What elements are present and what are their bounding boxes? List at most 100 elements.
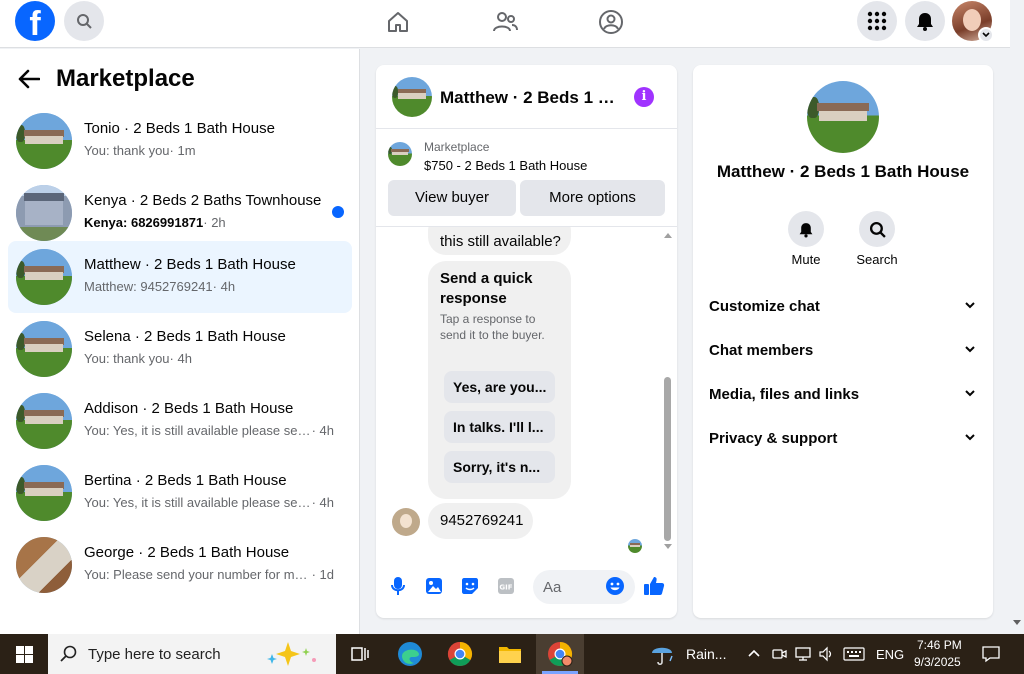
conversation-preview: Kenya: 6826991871 · 2h — [84, 215, 226, 230]
bell-icon — [799, 222, 813, 237]
conversation-item[interactable]: Kenya · 2 Beds 2 Baths Townhouse Kenya: … — [8, 177, 352, 249]
window-scrollbar[interactable] — [1010, 0, 1024, 634]
windows-logo-icon — [15, 645, 33, 663]
file-explorer-button[interactable] — [486, 634, 534, 674]
chevron-down-icon — [965, 390, 975, 397]
marketplace-header: Marketplace — [18, 65, 195, 93]
mute-button[interactable]: Mute — [776, 211, 836, 267]
scroll-down-arrow-icon[interactable] — [1013, 620, 1021, 626]
volume-icon[interactable] — [818, 646, 834, 662]
gif-icon: GIF — [498, 578, 514, 594]
chat-listing-thumbnail[interactable] — [392, 77, 432, 117]
privacy-support-section[interactable]: Privacy & support — [709, 430, 977, 460]
search-button[interactable] — [64, 1, 104, 41]
conversation-preview: You: Yes, it is still available please s… — [84, 423, 334, 438]
gif-button[interactable]: GIF — [495, 575, 517, 597]
voice-clip-button[interactable] — [387, 575, 409, 597]
media-files-links-section[interactable]: Media, files and links — [709, 386, 977, 416]
more-options-button[interactable]: More options — [520, 180, 665, 216]
info-icon[interactable]: i — [634, 87, 654, 107]
meet-now-icon[interactable] — [771, 646, 787, 662]
message-bubble: 9452769241 — [428, 503, 533, 539]
sticker-button[interactable] — [459, 575, 481, 597]
start-button[interactable] — [0, 634, 48, 674]
mute-label: Mute — [791, 252, 821, 267]
taskbar-search-box[interactable]: Type here to search — [48, 634, 336, 674]
chevron-down-icon — [965, 346, 975, 353]
task-view-button[interactable] — [336, 634, 384, 674]
conversation-preview: You: thank you · 4h — [84, 351, 192, 366]
conversation-item[interactable]: George · 2 Beds 1 Bath House You: Please… — [8, 529, 352, 601]
account-chevron-down-icon[interactable] — [978, 27, 994, 43]
notifications-button[interactable] — [905, 1, 945, 41]
conversation-item[interactable]: Bertina · 2 Beds 1 Bath House You: Yes, … — [8, 457, 352, 529]
groups-icon — [599, 10, 623, 34]
listing-thumbnail — [16, 113, 72, 169]
chat-members-section[interactable]: Chat members — [709, 342, 977, 372]
notification-center-icon[interactable] — [982, 645, 1000, 663]
grid-menu-icon — [867, 11, 887, 31]
listing-price[interactable]: $750 - 2 Beds 1 Bath House — [424, 158, 587, 173]
listing-thumbnail — [16, 393, 72, 449]
chrome-profile-app-button[interactable] — [536, 634, 584, 674]
listing-thumbnail — [16, 321, 72, 377]
clock-date[interactable]: 9/3/2025 — [914, 655, 961, 669]
conversation-title: Bertina · 2 Beds 1 Bath House — [84, 472, 287, 489]
chrome-browser-icon — [548, 642, 573, 667]
friends-nav-button[interactable] — [491, 8, 519, 36]
chevron-down-icon — [965, 302, 975, 309]
keyboard-icon[interactable] — [843, 647, 865, 661]
chat-details-panel: Matthew · 2 Beds 1 Bath House Mute Searc… — [693, 65, 993, 618]
network-icon[interactable] — [794, 646, 812, 662]
task-view-icon — [351, 647, 369, 661]
sender-avatar — [392, 508, 420, 536]
customize-chat-section[interactable]: Customize chat — [709, 298, 977, 328]
emoji-icon — [606, 577, 624, 595]
edge-app-button[interactable] — [386, 634, 434, 674]
conversation-item[interactable]: Selena · 2 Beds 1 Bath House You: thank … — [8, 313, 352, 385]
scrollbar-thumb[interactable] — [664, 377, 671, 541]
view-buyer-button[interactable]: View buyer — [388, 180, 516, 216]
listing-thumbnail — [16, 537, 72, 593]
conversation-item[interactable]: Tonio · 2 Beds 1 Bath House You: thank y… — [8, 105, 352, 177]
listing-label: Marketplace — [424, 140, 490, 154]
chrome-app-button[interactable] — [436, 634, 484, 674]
conversation-preview: You: Please send your number for mo... ·… — [84, 567, 334, 582]
chat-title[interactable]: Matthew · 2 Beds 1 B... — [440, 88, 620, 108]
windows-taskbar: Type here to search Rain... ENG 7:46 PM … — [0, 634, 1024, 674]
svg-text:GIF: GIF — [499, 584, 512, 592]
menu-button[interactable] — [857, 1, 897, 41]
quick-response-title: Send a quick response — [440, 270, 533, 307]
quick-reply-button[interactable]: Sorry, it's n... — [444, 451, 555, 483]
scroll-up-arrow-icon[interactable] — [663, 231, 673, 239]
weather-widget[interactable]: Rain... — [640, 634, 730, 674]
conversation-title: Tonio · 2 Beds 1 Bath House — [84, 120, 275, 137]
chevron-up-icon[interactable] — [748, 648, 760, 658]
search-icon — [77, 14, 92, 29]
attach-photo-button[interactable] — [423, 575, 445, 597]
quick-reply-button[interactable]: In talks. I'll l... — [444, 411, 555, 443]
chevron-down-icon — [965, 434, 975, 441]
groups-nav-button[interactable] — [597, 8, 625, 36]
facebook-logo-icon[interactable]: f — [15, 1, 55, 41]
back-arrow-icon[interactable] — [18, 69, 40, 89]
scroll-down-arrow-icon[interactable] — [663, 543, 673, 551]
conversation-title: Matthew · 2 Beds 1 Bath House — [84, 256, 296, 273]
top-navigation-bar: f — [0, 0, 1010, 48]
listing-summary: Marketplace $750 - 2 Beds 1 Bath House V… — [376, 129, 677, 227]
language-indicator[interactable]: ENG — [876, 647, 904, 662]
search-conversation-button[interactable]: Search — [847, 211, 907, 267]
chat-scrollbar[interactable] — [662, 227, 674, 551]
conversation-item[interactable]: Addison · 2 Beds 1 Bath House You: Yes, … — [8, 385, 352, 457]
listing-thumbnail — [16, 465, 72, 521]
chat-panel: Matthew · 2 Beds 1 B... i Marketplace $7… — [376, 65, 677, 618]
home-nav-button[interactable] — [384, 8, 412, 36]
like-button[interactable] — [643, 575, 665, 597]
emoji-button[interactable] — [604, 575, 626, 597]
clock-time[interactable]: 7:46 PM — [917, 638, 962, 652]
edge-browser-icon — [398, 642, 422, 666]
quick-reply-button[interactable]: Yes, are you... — [444, 371, 555, 403]
page-title: Marketplace — [56, 65, 195, 92]
conversation-item-selected[interactable]: Matthew · 2 Beds 1 Bath House Matthew: 9… — [8, 241, 352, 313]
conversation-title: Addison · 2 Beds 1 Bath House — [84, 400, 294, 417]
